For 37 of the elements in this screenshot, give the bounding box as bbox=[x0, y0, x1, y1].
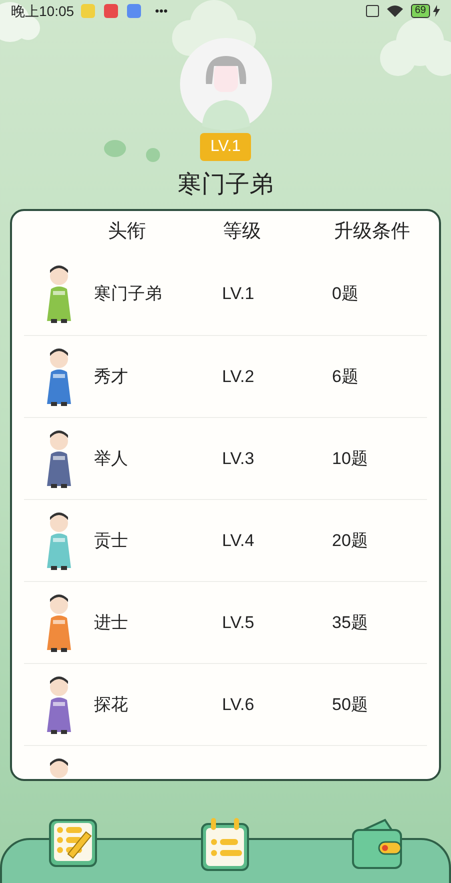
rank-condition: 0题 bbox=[332, 283, 358, 306]
rank-name: 探花 bbox=[94, 694, 129, 716]
rank-condition: 6题 bbox=[332, 366, 358, 388]
rank-name: 寒门子弟 bbox=[94, 283, 163, 306]
rank-condition: 50题 bbox=[332, 694, 368, 716]
column-header: 等级 bbox=[222, 220, 262, 244]
rank-level: LV.6 bbox=[222, 694, 256, 716]
rank-name: 举人 bbox=[94, 448, 129, 470]
rank-level: LV.4 bbox=[222, 530, 256, 552]
column-header: 升级条件 bbox=[333, 220, 411, 244]
wifi-icon bbox=[386, 5, 403, 17]
status-time: 晚上10:05 bbox=[11, 2, 74, 20]
rank-condition: 35题 bbox=[332, 612, 368, 634]
app-icon bbox=[81, 4, 96, 18]
rank-level: LV.2 bbox=[222, 366, 256, 388]
level-badge: LV.1 bbox=[200, 133, 251, 161]
rank-level: LV.1 bbox=[222, 283, 256, 306]
rank-name: 进士 bbox=[94, 612, 129, 634]
app-icon bbox=[104, 4, 118, 18]
battery-level: 69 bbox=[410, 4, 430, 18]
more-indicator: ••• bbox=[155, 3, 168, 20]
rank-level: LV.5 bbox=[222, 612, 256, 634]
wallet-icon[interactable] bbox=[351, 818, 403, 870]
rank-title: 寒门子弟 bbox=[178, 170, 274, 200]
charging-icon bbox=[433, 5, 440, 17]
rank-condition: 20题 bbox=[332, 530, 368, 552]
app-icon bbox=[127, 4, 142, 18]
dot-icon bbox=[104, 140, 126, 157]
dot-icon bbox=[146, 148, 160, 162]
cloud-icon bbox=[0, 2, 40, 44]
rank-level: LV.3 bbox=[222, 448, 256, 470]
checklist-pencil-icon[interactable] bbox=[48, 818, 98, 868]
rank-name: 贡士 bbox=[94, 530, 129, 552]
rank-condition: 10题 bbox=[332, 448, 368, 470]
rank-name: 秀才 bbox=[94, 366, 129, 388]
calendar-list-icon[interactable] bbox=[200, 818, 250, 872]
column-header: 头衔 bbox=[107, 220, 147, 244]
